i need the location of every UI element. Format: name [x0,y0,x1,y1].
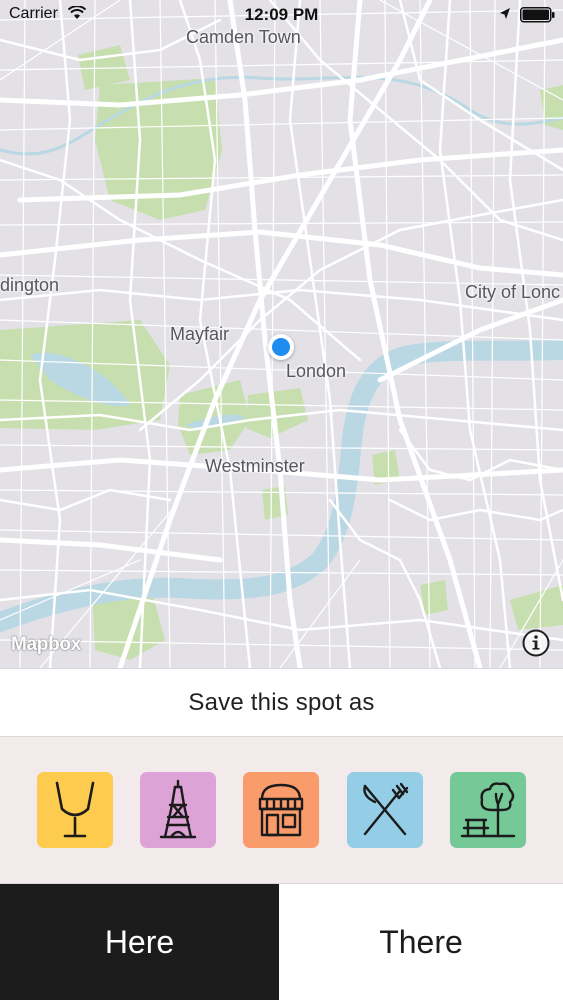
here-button[interactable]: Here [0,884,279,1000]
map-label-camden-town: Camden Town [186,27,301,47]
location-arrow-icon [499,7,511,26]
status-bar: Carrier 12:09 PM [0,0,563,30]
save-header: Save this spot as [0,668,563,736]
map-label-london: London [286,361,347,381]
category-bar-button[interactable] [37,772,113,848]
category-shop-button[interactable] [243,772,319,848]
clock: 12:09 PM [244,5,319,24]
map-label-city-of-london: City of Lonc [465,282,561,302]
shop-icon [258,783,304,837]
map-label-westminster: Westminster [205,456,305,476]
category-park-button[interactable] [450,772,526,848]
wine-glass-icon [55,781,95,838]
map-label-mayfair: Mayfair [170,324,230,344]
save-title: Save this spot as [188,688,375,716]
map-label-paddington: dington [0,275,60,295]
park-bench-tree-icon [460,782,516,838]
knife-fork-icon [363,782,409,836]
category-landmark-button[interactable] [140,772,216,848]
action-bar: Here There [0,884,563,1000]
info-icon [522,629,550,657]
battery-icon [520,7,556,28]
category-restaurant-button[interactable] [347,772,423,848]
there-button[interactable]: There [279,884,563,1000]
category-picker [0,736,563,884]
info-button[interactable] [521,628,551,658]
user-location-dot [268,334,294,360]
eiffel-tower-icon [159,779,197,839]
map-view[interactable]: Camden Town dington City of Lonc Mayfair… [0,0,563,668]
mapbox-logo: Mapbox [11,634,81,655]
